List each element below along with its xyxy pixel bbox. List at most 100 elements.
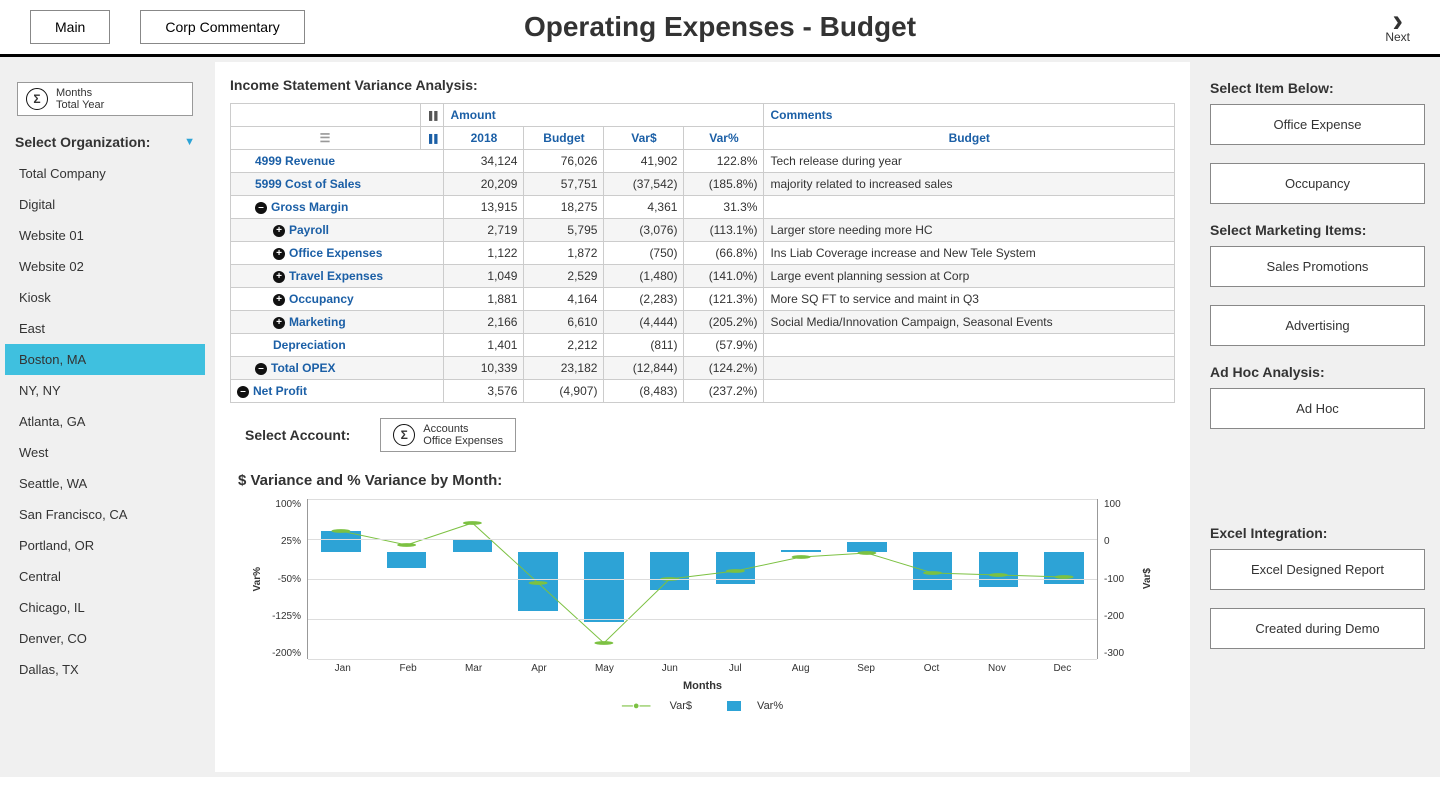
table-row[interactable]: –Gross Margin13,91518,2754,36131.3% [231, 196, 1175, 219]
col-group-comments: Comments [764, 104, 1175, 127]
org-item[interactable]: Total Company [5, 158, 205, 189]
office-expense-button[interactable]: Office Expense [1210, 104, 1425, 145]
minus-icon[interactable]: – [255, 202, 267, 214]
cell-var-dollar: 41,902 [604, 150, 684, 173]
plus-icon[interactable]: + [273, 294, 285, 306]
col-budget[interactable]: Budget [524, 127, 604, 150]
x-tick: Sep [833, 659, 898, 674]
plus-icon[interactable]: + [273, 225, 285, 237]
org-item[interactable]: Website 01 [5, 220, 205, 251]
table-row[interactable]: +Travel Expenses1,0492,529(1,480)(141.0%… [231, 265, 1175, 288]
org-item[interactable]: Atlanta, GA [5, 406, 205, 437]
next-nav[interactable]: › Next [1385, 10, 1410, 44]
cell-budget: 4,164 [524, 288, 604, 311]
cell-budget: 23,182 [524, 357, 604, 380]
org-item[interactable]: NY, NY [5, 375, 205, 406]
created-demo-button[interactable]: Created during Demo [1210, 608, 1425, 649]
page-title: Operating Expenses - Budget [524, 11, 916, 43]
cell-var-dollar: (12,844) [604, 357, 684, 380]
org-item[interactable]: Seattle, WA [5, 468, 205, 499]
account-line2: Office Expenses [423, 435, 503, 447]
table-row[interactable]: +Occupancy1,8814,164(2,283)(121.3%)More … [231, 288, 1175, 311]
x-tick: Jul [703, 659, 768, 674]
x-tick: Jan [310, 659, 375, 674]
row-label: Travel Expenses [289, 269, 383, 283]
cell-budget: 76,026 [524, 150, 604, 173]
cell-budget: 18,275 [524, 196, 604, 219]
cell-var-dollar: (4,444) [604, 311, 684, 334]
cell-comment [764, 380, 1175, 403]
select-account-label: Select Account: [230, 427, 350, 443]
cell-var-pct: 122.8% [684, 150, 764, 173]
table-row[interactable]: –Net Profit3,576(4,907)(8,483)(237.2%) [231, 380, 1175, 403]
x-tick: Mar [441, 659, 506, 674]
plus-icon[interactable]: + [273, 317, 285, 329]
adhoc-button[interactable]: Ad Hoc [1210, 388, 1425, 429]
menu-icon[interactable]: ☰ [320, 131, 332, 145]
org-item[interactable]: East [5, 313, 205, 344]
cell-var-dollar: (1,480) [604, 265, 684, 288]
advertising-button[interactable]: Advertising [1210, 305, 1425, 346]
filter-icon[interactable]: ▼ [184, 136, 195, 148]
plus-icon[interactable]: + [273, 248, 285, 260]
cell-var-pct: (124.2%) [684, 357, 764, 380]
org-item[interactable]: Denver, CO [5, 623, 205, 654]
column-pause-icon[interactable]: ❚❚ [421, 104, 444, 127]
table-row[interactable]: 5999 Cost of Sales20,20957,751(37,542)(1… [231, 173, 1175, 196]
table-row[interactable]: +Marketing2,1666,610(4,444)(205.2%)Socia… [231, 311, 1175, 334]
period-selector[interactable]: Σ Months Total Year [17, 82, 193, 116]
col-var-dollar[interactable]: Var$ [604, 127, 684, 150]
table-row[interactable]: 4999 Revenue34,12476,02641,902122.8%Tech… [231, 150, 1175, 173]
col-group-amount: Amount [444, 104, 764, 127]
table-row[interactable]: –Total OPEX10,33923,182(12,844)(124.2%) [231, 357, 1175, 380]
org-item[interactable]: Kiosk [5, 282, 205, 313]
sales-promotions-button[interactable]: Sales Promotions [1210, 246, 1425, 287]
cell-2018: 1,401 [444, 334, 524, 357]
org-item[interactable]: Digital [5, 189, 205, 220]
cell-budget: 2,212 [524, 334, 604, 357]
sigma-icon: Σ [393, 424, 415, 446]
org-item[interactable]: Central [5, 561, 205, 592]
cell-var-dollar: (2,283) [604, 288, 684, 311]
table-row[interactable]: Depreciation1,4012,212(811)(57.9%) [231, 334, 1175, 357]
org-header: Select Organization: [15, 134, 150, 150]
row-label: Occupancy [289, 292, 354, 306]
cell-var-dollar: (37,542) [604, 173, 684, 196]
minus-icon[interactable]: – [237, 386, 249, 398]
org-item[interactable]: West [5, 437, 205, 468]
table-row[interactable]: +Office Expenses1,1221,872(750)(66.8%)In… [231, 242, 1175, 265]
corp-commentary-button[interactable]: Corp Commentary [140, 10, 304, 44]
col-budget-comment[interactable]: Budget [764, 127, 1175, 150]
plus-icon[interactable]: + [273, 271, 285, 283]
cell-var-dollar: (3,076) [604, 219, 684, 242]
col-2018[interactable]: 2018 [444, 127, 524, 150]
column-pause-icon-2[interactable]: ❚❚ [421, 127, 444, 150]
y-tick-right: -300 [1104, 648, 1140, 659]
y-tick-right: 0 [1104, 536, 1140, 547]
cell-comment: Tech release during year [764, 150, 1175, 173]
chart-title: $ Variance and % Variance by Month: [238, 472, 1175, 489]
org-item[interactable]: Boston, MA [5, 344, 205, 375]
cell-budget: 6,610 [524, 311, 604, 334]
cell-budget: 1,872 [524, 242, 604, 265]
account-selector[interactable]: Σ Accounts Office Expenses [380, 418, 516, 452]
occupancy-button[interactable]: Occupancy [1210, 163, 1425, 204]
x-tick: May [572, 659, 637, 674]
org-item[interactable]: San Francisco, CA [5, 499, 205, 530]
cell-budget: 5,795 [524, 219, 604, 242]
period-line1: Months [56, 87, 104, 99]
row-label: Net Profit [253, 384, 307, 398]
table-row[interactable]: +Payroll2,7195,795(3,076)(113.1%)Larger … [231, 219, 1175, 242]
cell-comment: majority related to increased sales [764, 173, 1175, 196]
col-var-pct[interactable]: Var% [684, 127, 764, 150]
org-item[interactable]: Website 02 [5, 251, 205, 282]
cell-2018: 13,915 [444, 196, 524, 219]
excel-header: Excel Integration: [1210, 525, 1425, 541]
cell-2018: 1,122 [444, 242, 524, 265]
main-button[interactable]: Main [30, 10, 110, 44]
org-item[interactable]: Portland, OR [5, 530, 205, 561]
minus-icon[interactable]: – [255, 363, 267, 375]
org-item[interactable]: Dallas, TX [5, 654, 205, 685]
org-item[interactable]: Chicago, IL [5, 592, 205, 623]
excel-report-button[interactable]: Excel Designed Report [1210, 549, 1425, 590]
